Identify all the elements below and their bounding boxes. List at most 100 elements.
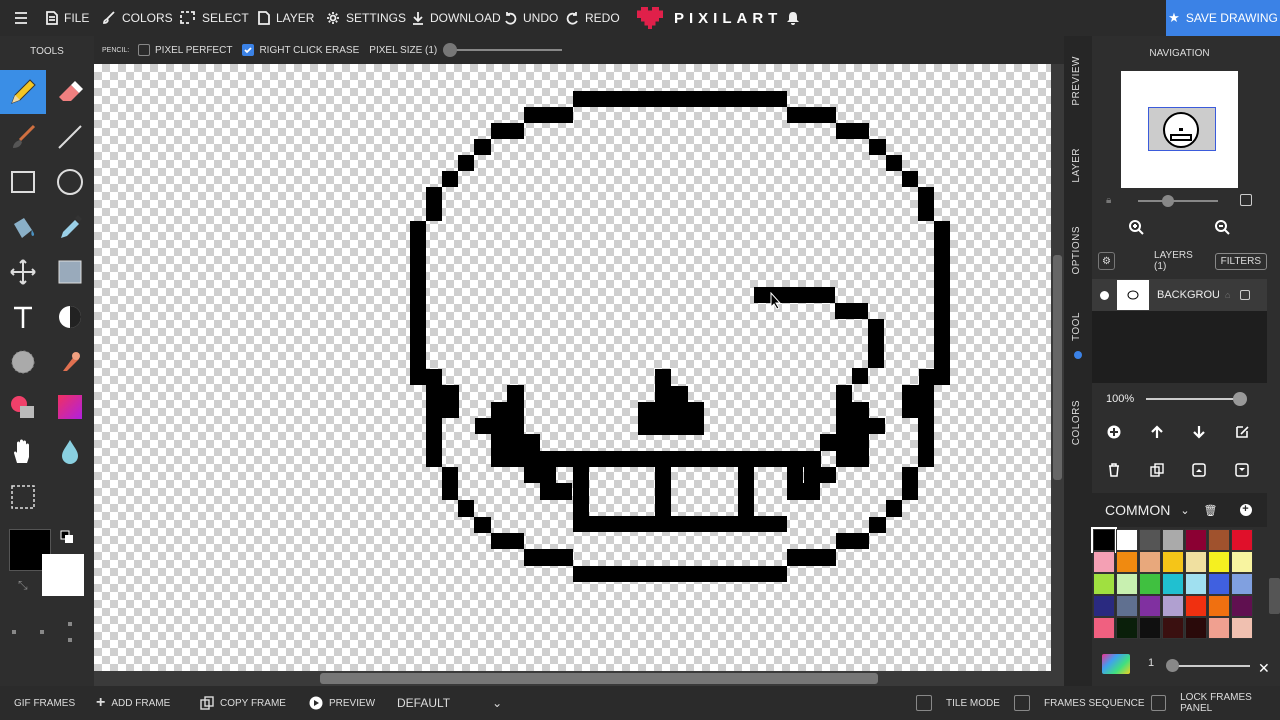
filters-button[interactable]: FILTERS (1214, 252, 1267, 270)
eraser-tool[interactable] (47, 70, 93, 114)
color-swatch[interactable] (1093, 617, 1115, 639)
color-swatch[interactable] (1231, 617, 1253, 639)
menu-icon[interactable] (14, 0, 28, 36)
stamp-tool[interactable] (47, 340, 93, 384)
color-swatch[interactable] (1231, 595, 1253, 617)
line-tool[interactable] (47, 115, 93, 159)
more-tools-icon[interactable] (10, 620, 80, 644)
color-swatch[interactable] (1231, 529, 1253, 551)
tab-layer[interactable]: LAYER (1071, 148, 1082, 183)
chevron-down-icon[interactable]: ⌄ (1180, 504, 1189, 517)
color-swatch[interactable] (1139, 595, 1161, 617)
color-swatch[interactable] (1231, 573, 1253, 595)
color-swatch[interactable] (1116, 551, 1138, 573)
layer-opacity-slider[interactable] (1146, 392, 1248, 406)
move-layer-up-icon[interactable] (1146, 421, 1168, 443)
hand-tool[interactable] (0, 430, 46, 474)
color-swatch[interactable] (1091, 527, 1117, 553)
tab-colors[interactable]: COLORS (1071, 400, 1082, 445)
color-swatch[interactable] (1116, 573, 1138, 595)
select-menu[interactable]: SELECT (180, 0, 249, 36)
layer-item[interactable]: BACKGROUND ⌂ (1092, 279, 1267, 311)
rectangle-tool[interactable] (0, 160, 46, 204)
layer-name[interactable]: BACKGROUND (1157, 289, 1219, 301)
add-palette-icon[interactable]: + (1239, 504, 1252, 516)
bucket-tool[interactable] (0, 205, 46, 249)
pixel-size-slider[interactable] (443, 43, 563, 57)
copy-frame-button[interactable]: COPY FRAME (200, 686, 286, 720)
color-swatch[interactable] (1185, 595, 1207, 617)
lock-icon[interactable]: 🔒︎ (1106, 195, 1111, 206)
color-swatch[interactable] (1162, 595, 1184, 617)
color-swatch[interactable] (1139, 529, 1161, 551)
duplicate-layer-icon[interactable] (1146, 459, 1168, 481)
vertical-scrollbar-thumb[interactable] (1053, 255, 1062, 480)
speed-select[interactable]: DEFAULT ⌄ (397, 686, 502, 720)
color-swatch[interactable] (1208, 573, 1230, 595)
lighten-tool[interactable] (47, 295, 93, 339)
zoom-slider-thumb[interactable] (1162, 195, 1174, 207)
add-frame-button[interactable]: + ADD FRAME (96, 686, 170, 720)
tab-preview[interactable]: PREVIEW (1071, 56, 1082, 106)
frame-slider[interactable] (1172, 665, 1250, 667)
color-swatch[interactable] (1093, 595, 1115, 617)
palette-name[interactable]: COMMON (1105, 502, 1170, 518)
delete-palette-icon[interactable]: 🗑︎ (1204, 504, 1218, 517)
color-swatch[interactable] (1208, 529, 1230, 551)
download-menu[interactable]: DOWNLOAD (412, 0, 501, 36)
layer-visibility-icon[interactable] (1100, 290, 1109, 300)
color-swatch[interactable] (1185, 551, 1207, 573)
frame-slider-thumb[interactable] (1166, 659, 1179, 672)
notifications-button[interactable] (786, 0, 800, 36)
drawing-canvas[interactable] (94, 64, 1051, 671)
reset-colors-icon[interactable]: ⤡ (18, 578, 32, 592)
delete-layer-icon[interactable] (1103, 459, 1125, 481)
color-swatch[interactable] (1162, 529, 1184, 551)
zoom-in-icon[interactable] (1128, 219, 1144, 240)
frames-sequence-toggle[interactable]: FRAMES SEQUENCE (1014, 686, 1145, 720)
text-tool[interactable] (0, 295, 46, 339)
pixel-perfect-checkbox[interactable] (138, 44, 150, 56)
color-swatch[interactable] (1208, 595, 1230, 617)
right-click-erase-checkbox[interactable] (242, 44, 255, 56)
undo-button[interactable]: UNDO (504, 0, 558, 36)
file-menu[interactable]: FILE (46, 0, 89, 36)
color-swatch[interactable] (1185, 617, 1207, 639)
navigation-viewport[interactable] (1148, 107, 1216, 151)
blur-tool[interactable] (47, 430, 93, 474)
color-swatch[interactable] (1093, 551, 1115, 573)
lock-frames-panel-checkbox[interactable] (1151, 695, 1167, 711)
color-swatch[interactable] (1139, 573, 1161, 595)
color-swatch[interactable] (1162, 573, 1184, 595)
color-swatch[interactable] (1162, 551, 1184, 573)
zoom-out-icon[interactable] (1214, 219, 1230, 240)
pixel-size-slider-thumb[interactable] (443, 43, 458, 57)
nav-checkbox[interactable] (1240, 194, 1252, 206)
color-swatch[interactable] (1185, 529, 1207, 551)
tile-mode-toggle[interactable]: TILE MODE (916, 686, 1000, 720)
color-swatch[interactable] (1116, 595, 1138, 617)
frames-sequence-checkbox[interactable] (1014, 695, 1030, 711)
color-swatch[interactable] (1208, 617, 1230, 639)
pencil-tool[interactable] (0, 70, 46, 114)
color-swatch[interactable] (1139, 617, 1161, 639)
palette-scrollbar-thumb[interactable] (1269, 578, 1280, 614)
color-swatch[interactable] (1116, 617, 1138, 639)
layer-opacity-thumb[interactable] (1233, 392, 1248, 406)
tab-options[interactable]: OPTIONS (1071, 226, 1082, 275)
color-swatch[interactable] (1208, 551, 1230, 573)
brush-tool[interactable] (0, 115, 46, 159)
swap-colors-icon[interactable] (60, 530, 74, 544)
color-swatch[interactable] (1185, 573, 1207, 595)
layer-select-checkbox[interactable] (1240, 290, 1251, 300)
pixilart-logo[interactable]: PIXILART (636, 7, 782, 29)
merge-layer-down-icon[interactable] (1231, 459, 1253, 481)
layer-lock-icon[interactable]: ⌂ (1225, 290, 1230, 300)
color-swatch[interactable] (1139, 551, 1161, 573)
dither-tool[interactable] (0, 340, 46, 384)
secondary-color-swatch[interactable] (42, 554, 84, 596)
circle-tool[interactable] (47, 160, 93, 204)
add-layer-icon[interactable] (1103, 421, 1125, 443)
layer-menu[interactable]: LAYER (258, 0, 314, 36)
save-drawing-button[interactable]: ★ SAVE DRAWING (1166, 0, 1280, 36)
